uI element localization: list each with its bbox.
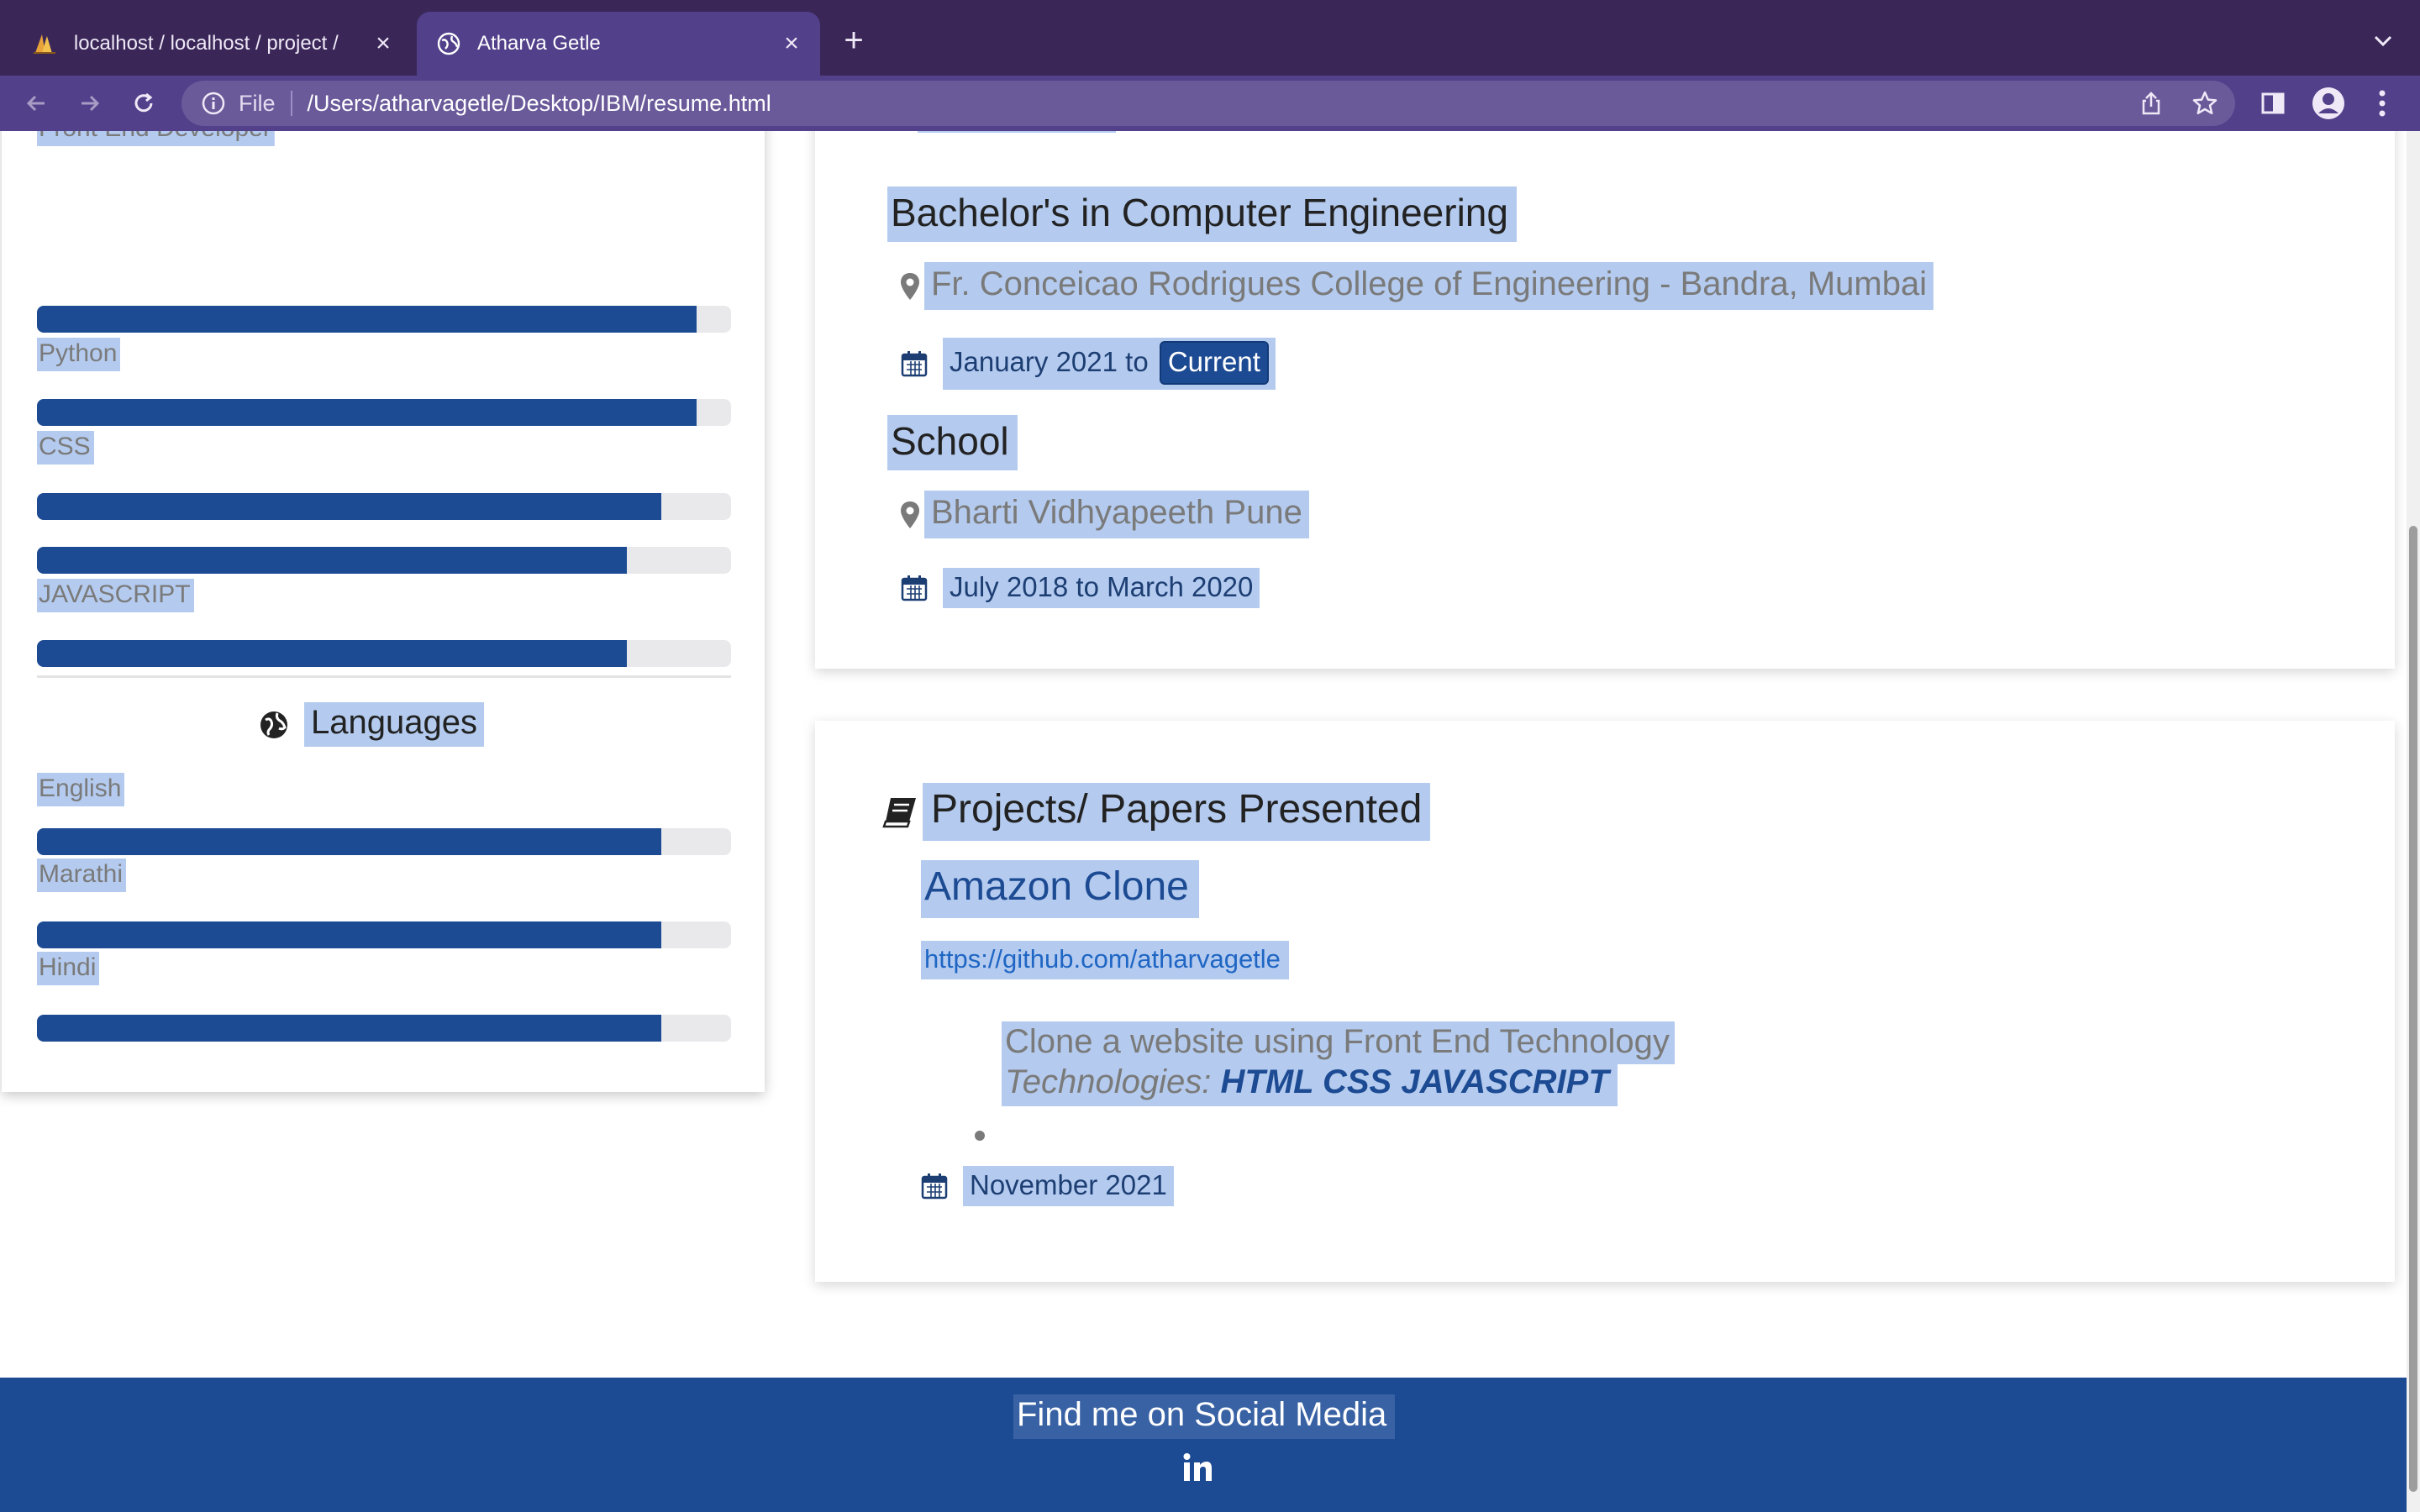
education-title: School bbox=[887, 415, 1018, 470]
technologies-values: HTML CSS JAVASCRIPT bbox=[1220, 1063, 1609, 1100]
language-label: Hindi bbox=[37, 952, 100, 985]
language-bar-fill bbox=[37, 828, 662, 855]
date-text: July 2018 to March 2020 bbox=[943, 568, 1260, 608]
technologies-label: Technologies: bbox=[1005, 1063, 1212, 1100]
skill-bar-fill bbox=[37, 306, 697, 333]
new-tab-icon[interactable]: + bbox=[837, 24, 871, 57]
skill-bar-fill bbox=[37, 547, 628, 574]
calendar-icon bbox=[901, 351, 928, 377]
skill-bar-fill bbox=[37, 399, 697, 426]
globe-favicon-icon bbox=[437, 32, 460, 55]
location-pin-icon bbox=[901, 272, 919, 300]
location-text: Bharti Vidhyapeeth Pune bbox=[924, 491, 1309, 538]
section-divider bbox=[37, 675, 731, 678]
footer-title: Find me on Social Media bbox=[1013, 1394, 1396, 1439]
address-bar[interactable]: File /Users/atharvagetle/Desktop/IBM/res… bbox=[182, 81, 2235, 126]
project-link[interactable]: https://github.com/atharvagetle bbox=[921, 941, 1289, 979]
skill-bar bbox=[37, 547, 731, 574]
forward-icon[interactable] bbox=[71, 84, 109, 123]
skill-bar bbox=[37, 493, 731, 520]
skills-card: Front End Developer Python CSS JAVASCRIP… bbox=[2, 131, 765, 1092]
education-date: July 2018 to March 2020 bbox=[901, 568, 1260, 608]
language-bar bbox=[37, 1015, 731, 1042]
skill-label-partial: Front End Developer bbox=[37, 131, 275, 146]
page-viewport: Front End Developer Python CSS JAVASCRIP… bbox=[0, 131, 2407, 1512]
skill-label: JAVASCRIPT bbox=[37, 579, 194, 612]
project-date: November 2021 bbox=[921, 1166, 1174, 1206]
url-text[interactable]: /Users/atharvagetle/Desktop/IBM/resume.h… bbox=[308, 91, 771, 117]
date-range: January 2021 to bbox=[950, 346, 1149, 377]
language-label: Marathi bbox=[37, 858, 127, 892]
current-badge: Current bbox=[1159, 341, 1269, 385]
project-technologies: Technologies: HTML CSS JAVASCRIPT bbox=[1002, 1062, 1618, 1106]
side-panel-icon[interactable] bbox=[2254, 84, 2292, 123]
skill-label: CSS bbox=[37, 431, 94, 465]
language-label: English bbox=[37, 773, 125, 806]
calendar-icon bbox=[901, 575, 928, 601]
browser-chrome: localhost / localhost / project / × Atha… bbox=[0, 0, 2420, 131]
url-divider bbox=[290, 91, 292, 116]
skill-bar bbox=[37, 640, 731, 667]
back-icon[interactable] bbox=[17, 84, 55, 123]
vertical-scrollbar[interactable] bbox=[2407, 131, 2420, 1512]
skill-bar bbox=[37, 306, 731, 333]
skill-label: Python bbox=[37, 338, 121, 371]
project-name: Amazon Clone bbox=[921, 860, 1199, 918]
close-tab-icon[interactable]: × bbox=[370, 30, 397, 57]
bookmark-star-icon[interactable] bbox=[2191, 90, 2218, 117]
list-bullet bbox=[975, 1131, 985, 1141]
language-bar bbox=[37, 828, 731, 855]
date-text: November 2021 bbox=[963, 1166, 1174, 1206]
profile-avatar-icon[interactable] bbox=[2309, 84, 2348, 123]
linkedin-icon[interactable] bbox=[1181, 1452, 1213, 1483]
footer: Find me on Social Media bbox=[0, 1378, 2407, 1512]
browser-toolbar: File /Users/atharvagetle/Desktop/IBM/res… bbox=[0, 76, 2420, 131]
skill-bar-fill bbox=[37, 640, 628, 667]
close-tab-icon[interactable]: × bbox=[778, 30, 805, 57]
tab-title: localhost / localhost / project / bbox=[73, 32, 339, 55]
education-title: Bachelor's in Computer Engineering bbox=[887, 186, 1517, 242]
education-location: Fr. Conceicao Rodrigues College of Engin… bbox=[899, 262, 1934, 310]
skill-bar bbox=[37, 399, 731, 426]
globe-icon bbox=[260, 711, 287, 738]
education-card: Bachelor's in Computer Engineering Fr. C… bbox=[815, 131, 2395, 669]
selected-location-fragment bbox=[918, 131, 1116, 133]
languages-heading-text: Languages bbox=[304, 702, 484, 747]
language-bar bbox=[37, 921, 731, 948]
projects-heading: Projects/ Papers Presented bbox=[882, 783, 1431, 841]
project-description: Clone a website using Front End Technolo… bbox=[1002, 1021, 1675, 1064]
tab-strip: localhost / localhost / project / × Atha… bbox=[0, 0, 2420, 76]
language-bar-fill bbox=[37, 921, 662, 948]
info-icon[interactable] bbox=[200, 90, 227, 117]
projects-card: Projects/ Papers Presented Amazon Clone … bbox=[815, 721, 2395, 1282]
share-icon[interactable] bbox=[2138, 90, 2165, 117]
phpmyadmin-favicon-icon bbox=[33, 34, 55, 54]
scrollbar-thumb[interactable] bbox=[2409, 526, 2417, 1492]
education-location: Bharti Vidhyapeeth Pune bbox=[899, 491, 1309, 538]
chevron-down-icon[interactable] bbox=[2368, 25, 2398, 55]
kebab-menu-icon[interactable] bbox=[2363, 84, 2402, 123]
education-date: January 2021 to Current bbox=[901, 338, 1276, 390]
reload-icon[interactable] bbox=[124, 84, 163, 123]
date-text: January 2021 to Current bbox=[943, 338, 1276, 390]
calendar-icon bbox=[921, 1173, 948, 1200]
location-pin-icon bbox=[901, 501, 919, 528]
book-icon bbox=[882, 797, 916, 827]
tab-atharva-getle[interactable]: Atharva Getle × bbox=[417, 12, 820, 76]
tab-phpmyadmin[interactable]: localhost / localhost / project / × bbox=[12, 12, 412, 76]
languages-heading: Languages bbox=[259, 702, 484, 747]
tab-title: Atharva Getle bbox=[477, 32, 601, 55]
skill-bar-fill bbox=[37, 493, 662, 520]
url-scheme: File bbox=[239, 90, 276, 116]
language-bar-fill bbox=[37, 1015, 662, 1042]
location-text: Fr. Conceicao Rodrigues College of Engin… bbox=[924, 262, 1934, 310]
projects-heading-text: Projects/ Papers Presented bbox=[923, 783, 1431, 841]
